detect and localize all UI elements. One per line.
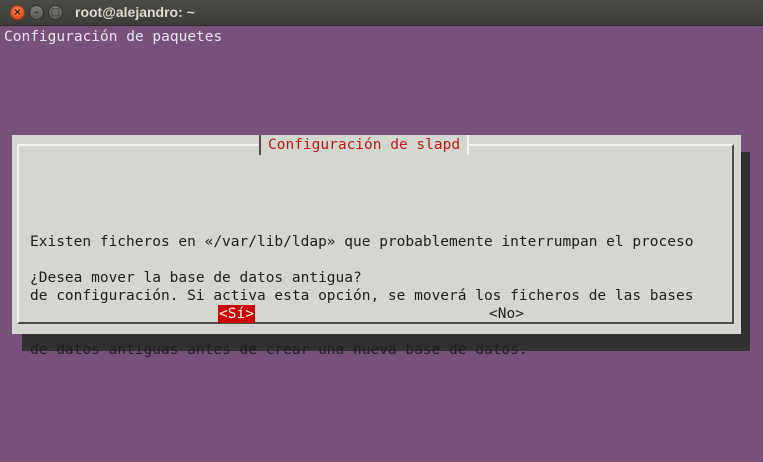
debconf-dialog: Configuración de slapd Existen ficheros … <box>12 135 741 358</box>
yes-button[interactable]: <Sí> <box>218 305 255 323</box>
window-title: root@alejandro: ~ <box>75 4 195 20</box>
terminal-window: × – □ root@alejandro: ~ Configuración de… <box>0 0 763 462</box>
message-line: Existen ficheros en «/var/lib/ldap» que … <box>30 234 694 250</box>
maximize-icon[interactable]: □ <box>48 5 63 20</box>
backtitle: Configuración de paquetes <box>4 29 223 45</box>
dialog-question: ¿Desea mover la base de datos antigua? <box>30 270 362 286</box>
dialog-title: Configuración de slapd <box>259 135 470 155</box>
message-line: de configuración. Si activa esta opción,… <box>30 288 694 304</box>
message-line: de datos antiguas antes de crear una nue… <box>30 342 528 358</box>
dialog-message: Existen ficheros en «/var/lib/ldap» que … <box>30 197 693 395</box>
no-button[interactable]: <No> <box>488 305 525 323</box>
close-icon[interactable]: × <box>10 5 25 20</box>
terminal-area[interactable]: Configuración de paquetes Configuración … <box>0 26 763 462</box>
minimize-icon[interactable]: – <box>29 5 44 20</box>
window-titlebar[interactable]: × – □ root@alejandro: ~ <box>0 0 763 26</box>
